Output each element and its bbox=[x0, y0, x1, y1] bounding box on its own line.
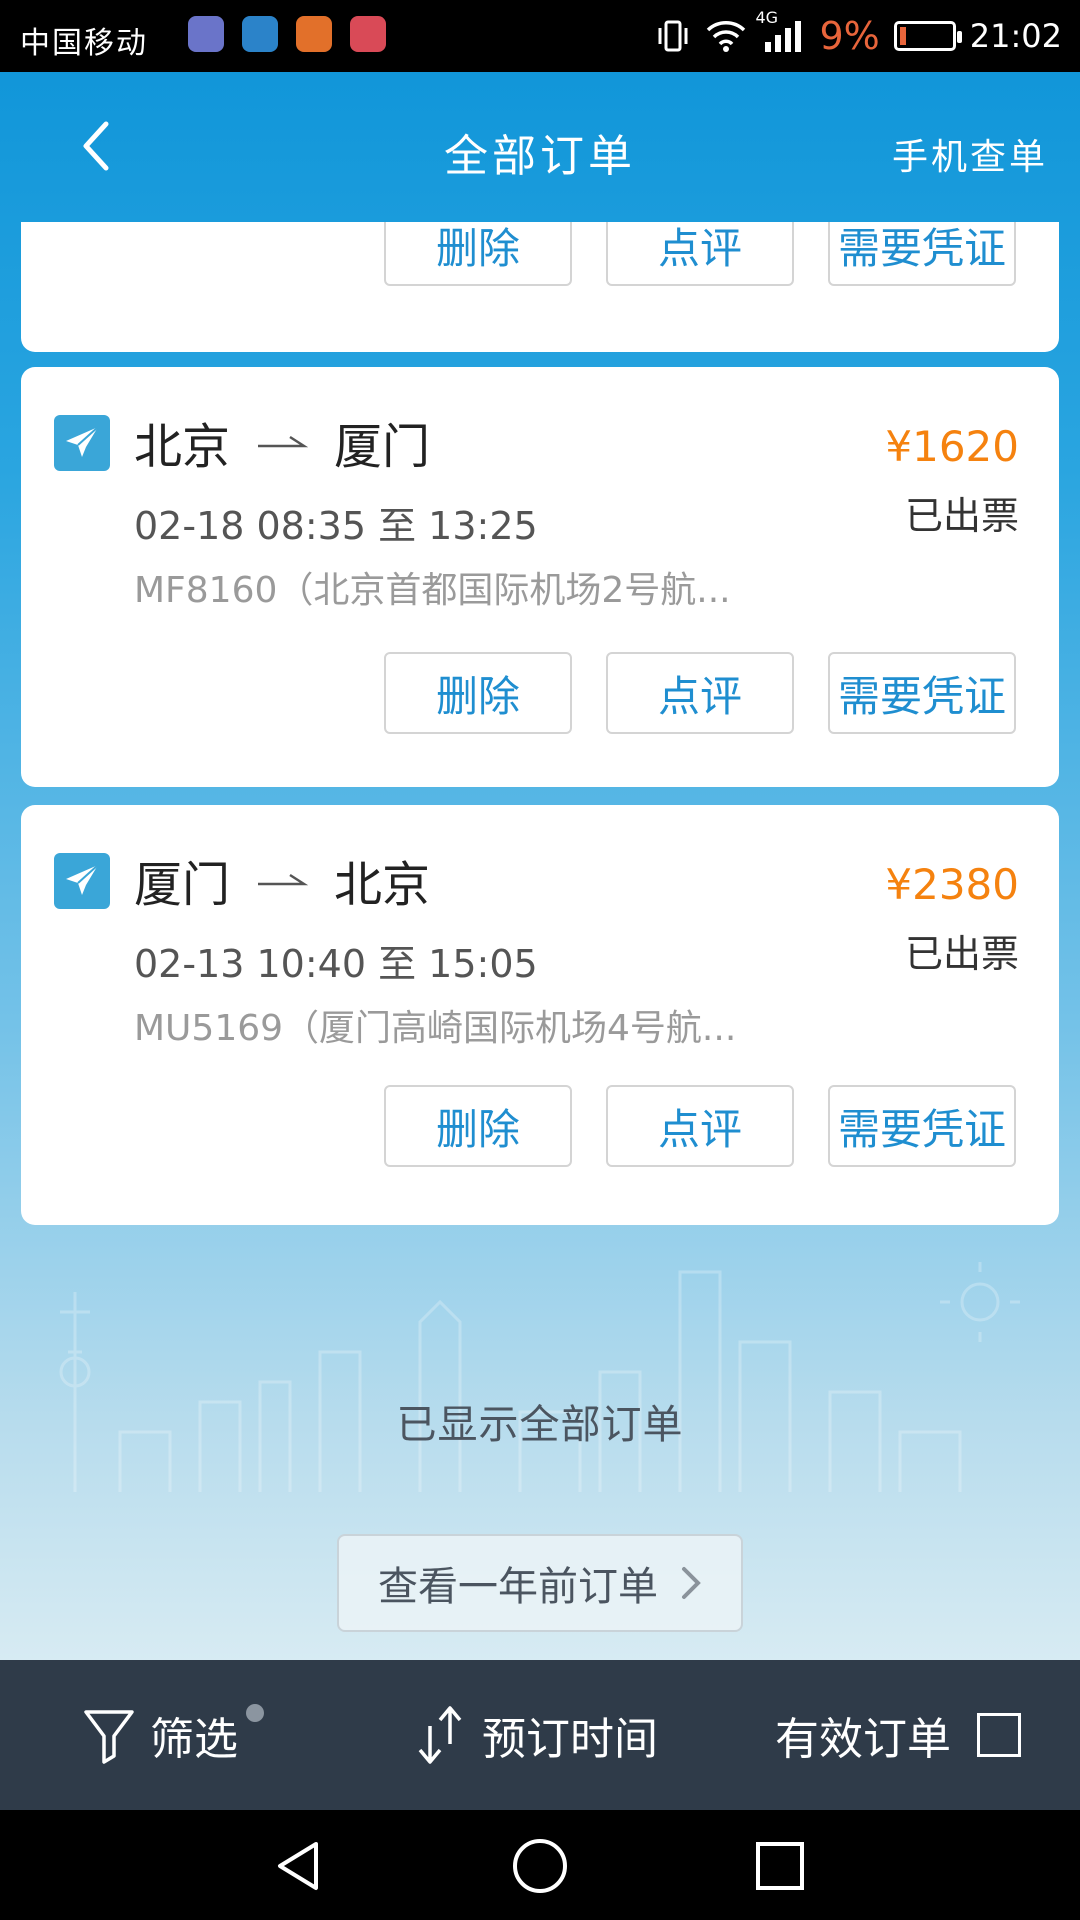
delete-button[interactable]: 删除 bbox=[384, 222, 572, 286]
departure-city: 北京 bbox=[134, 419, 231, 475]
clock: 21:02 bbox=[969, 17, 1062, 55]
wifi-icon bbox=[707, 21, 746, 52]
city-skyline-illustration bbox=[59, 1262, 1020, 1492]
battery-percent: 9% bbox=[819, 14, 880, 58]
airline-app-icon bbox=[242, 16, 278, 52]
flight-info: MU5169（厦门高崎国际机场4号航... bbox=[134, 1008, 737, 1049]
wallet-app-icon bbox=[188, 16, 224, 52]
status-bar: 中国移动 4G 9% 21:02 bbox=[0, 0, 1080, 72]
battery-warning-icon bbox=[350, 16, 386, 52]
valid-orders-checkbox[interactable] bbox=[977, 1713, 1021, 1757]
flight-times: 02-13 10:40 至 15:05 bbox=[134, 942, 538, 986]
ticket-status: 已出票 bbox=[904, 932, 1019, 976]
view-older-orders-button[interactable]: 查看一年前订单 bbox=[337, 1534, 743, 1632]
order-price: ¥2380 bbox=[885, 860, 1019, 909]
bottom-toolbar: 筛选 预订时间 有效订单 bbox=[0, 1660, 1080, 1810]
sort-by-booking-time-button[interactable]: 预订时间 bbox=[412, 1660, 658, 1810]
end-of-list: 已显示全部订单 查看一年前订单 bbox=[0, 1232, 1080, 1652]
filter-icon bbox=[84, 1710, 134, 1764]
review-button[interactable]: 点评 bbox=[606, 1085, 794, 1167]
system-home-icon[interactable] bbox=[510, 1836, 570, 1896]
sort-label: 预订时间 bbox=[482, 1714, 658, 1765]
delete-button[interactable]: 删除 bbox=[384, 1085, 572, 1167]
flight-times: 02-18 08:35 至 13:25 bbox=[134, 504, 538, 548]
system-recents-icon[interactable] bbox=[750, 1836, 810, 1896]
arrival-city: 厦门 bbox=[334, 419, 431, 475]
route-arrow-icon bbox=[258, 435, 309, 448]
sort-arrows-icon bbox=[418, 1706, 462, 1764]
voucher-button[interactable]: 需要凭证 bbox=[828, 652, 1016, 734]
system-navigation-bar bbox=[0, 1810, 1080, 1920]
health-app-icon bbox=[296, 16, 332, 52]
notification-icons bbox=[188, 16, 386, 52]
carrier-name: 中国移动 bbox=[20, 26, 148, 61]
filter-label: 筛选 bbox=[150, 1714, 238, 1765]
orders-screen: 全部订单 手机查单 删除 点评 需要凭证 北京 厦门 ¥1620 已出票 02-… bbox=[0, 72, 1080, 1660]
filter-button[interactable]: 筛选 bbox=[82, 1660, 264, 1810]
delete-button[interactable]: 删除 bbox=[384, 652, 572, 734]
valid-orders-label: 有效订单 bbox=[775, 1714, 951, 1765]
flight-info: MF8160（北京首都国际机场2号航... bbox=[134, 570, 731, 611]
battery-icon bbox=[893, 21, 962, 51]
all-orders-shown-message: 已显示全部订单 bbox=[396, 1402, 684, 1448]
older-orders-label: 查看一年前订单 bbox=[378, 1564, 658, 1610]
flight-icon bbox=[54, 415, 110, 471]
order-card[interactable]: 厦门 北京 ¥2380 已出票 02-13 10:40 至 15:05 MU51… bbox=[21, 805, 1059, 1225]
voucher-button[interactable]: 需要凭证 bbox=[828, 222, 1016, 286]
vibrate-icon bbox=[658, 20, 688, 52]
voucher-button[interactable]: 需要凭证 bbox=[828, 1085, 1016, 1167]
order-card[interactable]: 北京 厦门 ¥1620 已出票 02-18 08:35 至 13:25 MF81… bbox=[21, 367, 1059, 787]
review-button[interactable]: 点评 bbox=[606, 222, 794, 286]
phone-lookup-link[interactable]: 手机查单 bbox=[892, 128, 1048, 180]
route-arrow-icon bbox=[258, 873, 309, 886]
system-back-icon[interactable] bbox=[270, 1836, 330, 1896]
chevron-right-icon bbox=[682, 1567, 701, 1599]
ticket-status: 已出票 bbox=[904, 494, 1019, 538]
order-list: 删除 点评 需要凭证 北京 厦门 ¥1620 已出票 02-18 08:35 至… bbox=[0, 222, 1080, 1322]
order-card[interactable]: 删除 点评 需要凭证 bbox=[21, 222, 1059, 352]
app-header: 全部订单 手机查单 bbox=[0, 72, 1080, 222]
departure-city: 厦门 bbox=[134, 857, 231, 913]
order-price: ¥1620 bbox=[885, 422, 1019, 471]
cellular-signal-icon: 4G bbox=[755, 8, 805, 54]
route: 北京 厦门 bbox=[134, 407, 430, 477]
route: 厦门 北京 bbox=[134, 845, 430, 915]
valid-orders-toggle[interactable]: 有效订单 bbox=[775, 1660, 1021, 1810]
filter-indicator-dot bbox=[246, 1704, 264, 1722]
arrival-city: 北京 bbox=[334, 857, 431, 913]
review-button[interactable]: 点评 bbox=[606, 652, 794, 734]
flight-icon bbox=[54, 853, 110, 909]
